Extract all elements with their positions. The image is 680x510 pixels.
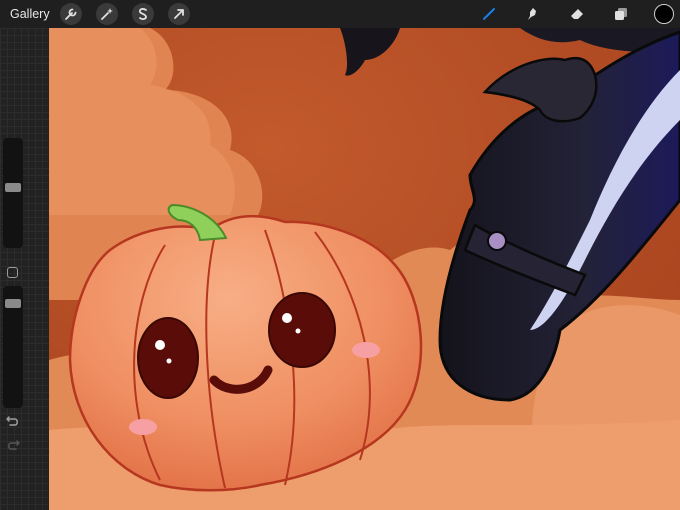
color-picker-button[interactable] <box>654 4 674 24</box>
right-eye-shine-small <box>295 328 301 334</box>
brush-size-thumb[interactable] <box>5 183 21 192</box>
brush-size-slider[interactable] <box>3 138 23 248</box>
gallery-button[interactable]: Gallery <box>10 7 50 21</box>
smudge-icon <box>528 8 536 20</box>
actions-button[interactable] <box>60 3 82 25</box>
hat-button <box>487 231 507 251</box>
layers-button[interactable] <box>610 3 632 25</box>
opacity-thumb[interactable] <box>5 299 21 308</box>
left-eye <box>137 317 199 399</box>
selection-icon <box>138 8 147 20</box>
smudge-button[interactable] <box>522 3 544 25</box>
right-blush <box>352 342 380 358</box>
eraser-icon <box>571 9 583 19</box>
layers-icon <box>615 8 627 20</box>
left-eye-shine-small <box>166 358 172 364</box>
modify-button[interactable] <box>7 267 18 278</box>
right-eye <box>268 292 336 368</box>
artwork <box>49 28 680 510</box>
brush-button[interactable] <box>478 3 500 25</box>
transform-button[interactable] <box>168 3 190 25</box>
opacity-slider[interactable] <box>3 286 23 408</box>
selection-button[interactable] <box>132 3 154 25</box>
redo-icon[interactable] <box>5 439 21 455</box>
left-eye-shine <box>155 340 165 350</box>
adjustments-button[interactable] <box>96 3 118 25</box>
right-eye-shine <box>282 313 292 323</box>
undo-icon[interactable] <box>5 415 21 431</box>
eraser-button[interactable] <box>566 3 588 25</box>
brush-icon <box>483 8 495 20</box>
top-toolbar: Gallery <box>0 0 680 28</box>
drawing-canvas[interactable] <box>49 28 680 510</box>
transform-arrow-icon <box>174 9 184 19</box>
wrench-icon <box>65 8 77 20</box>
left-sidebar <box>0 28 49 510</box>
magic-wand-icon <box>101 8 113 20</box>
left-blush <box>129 419 157 435</box>
